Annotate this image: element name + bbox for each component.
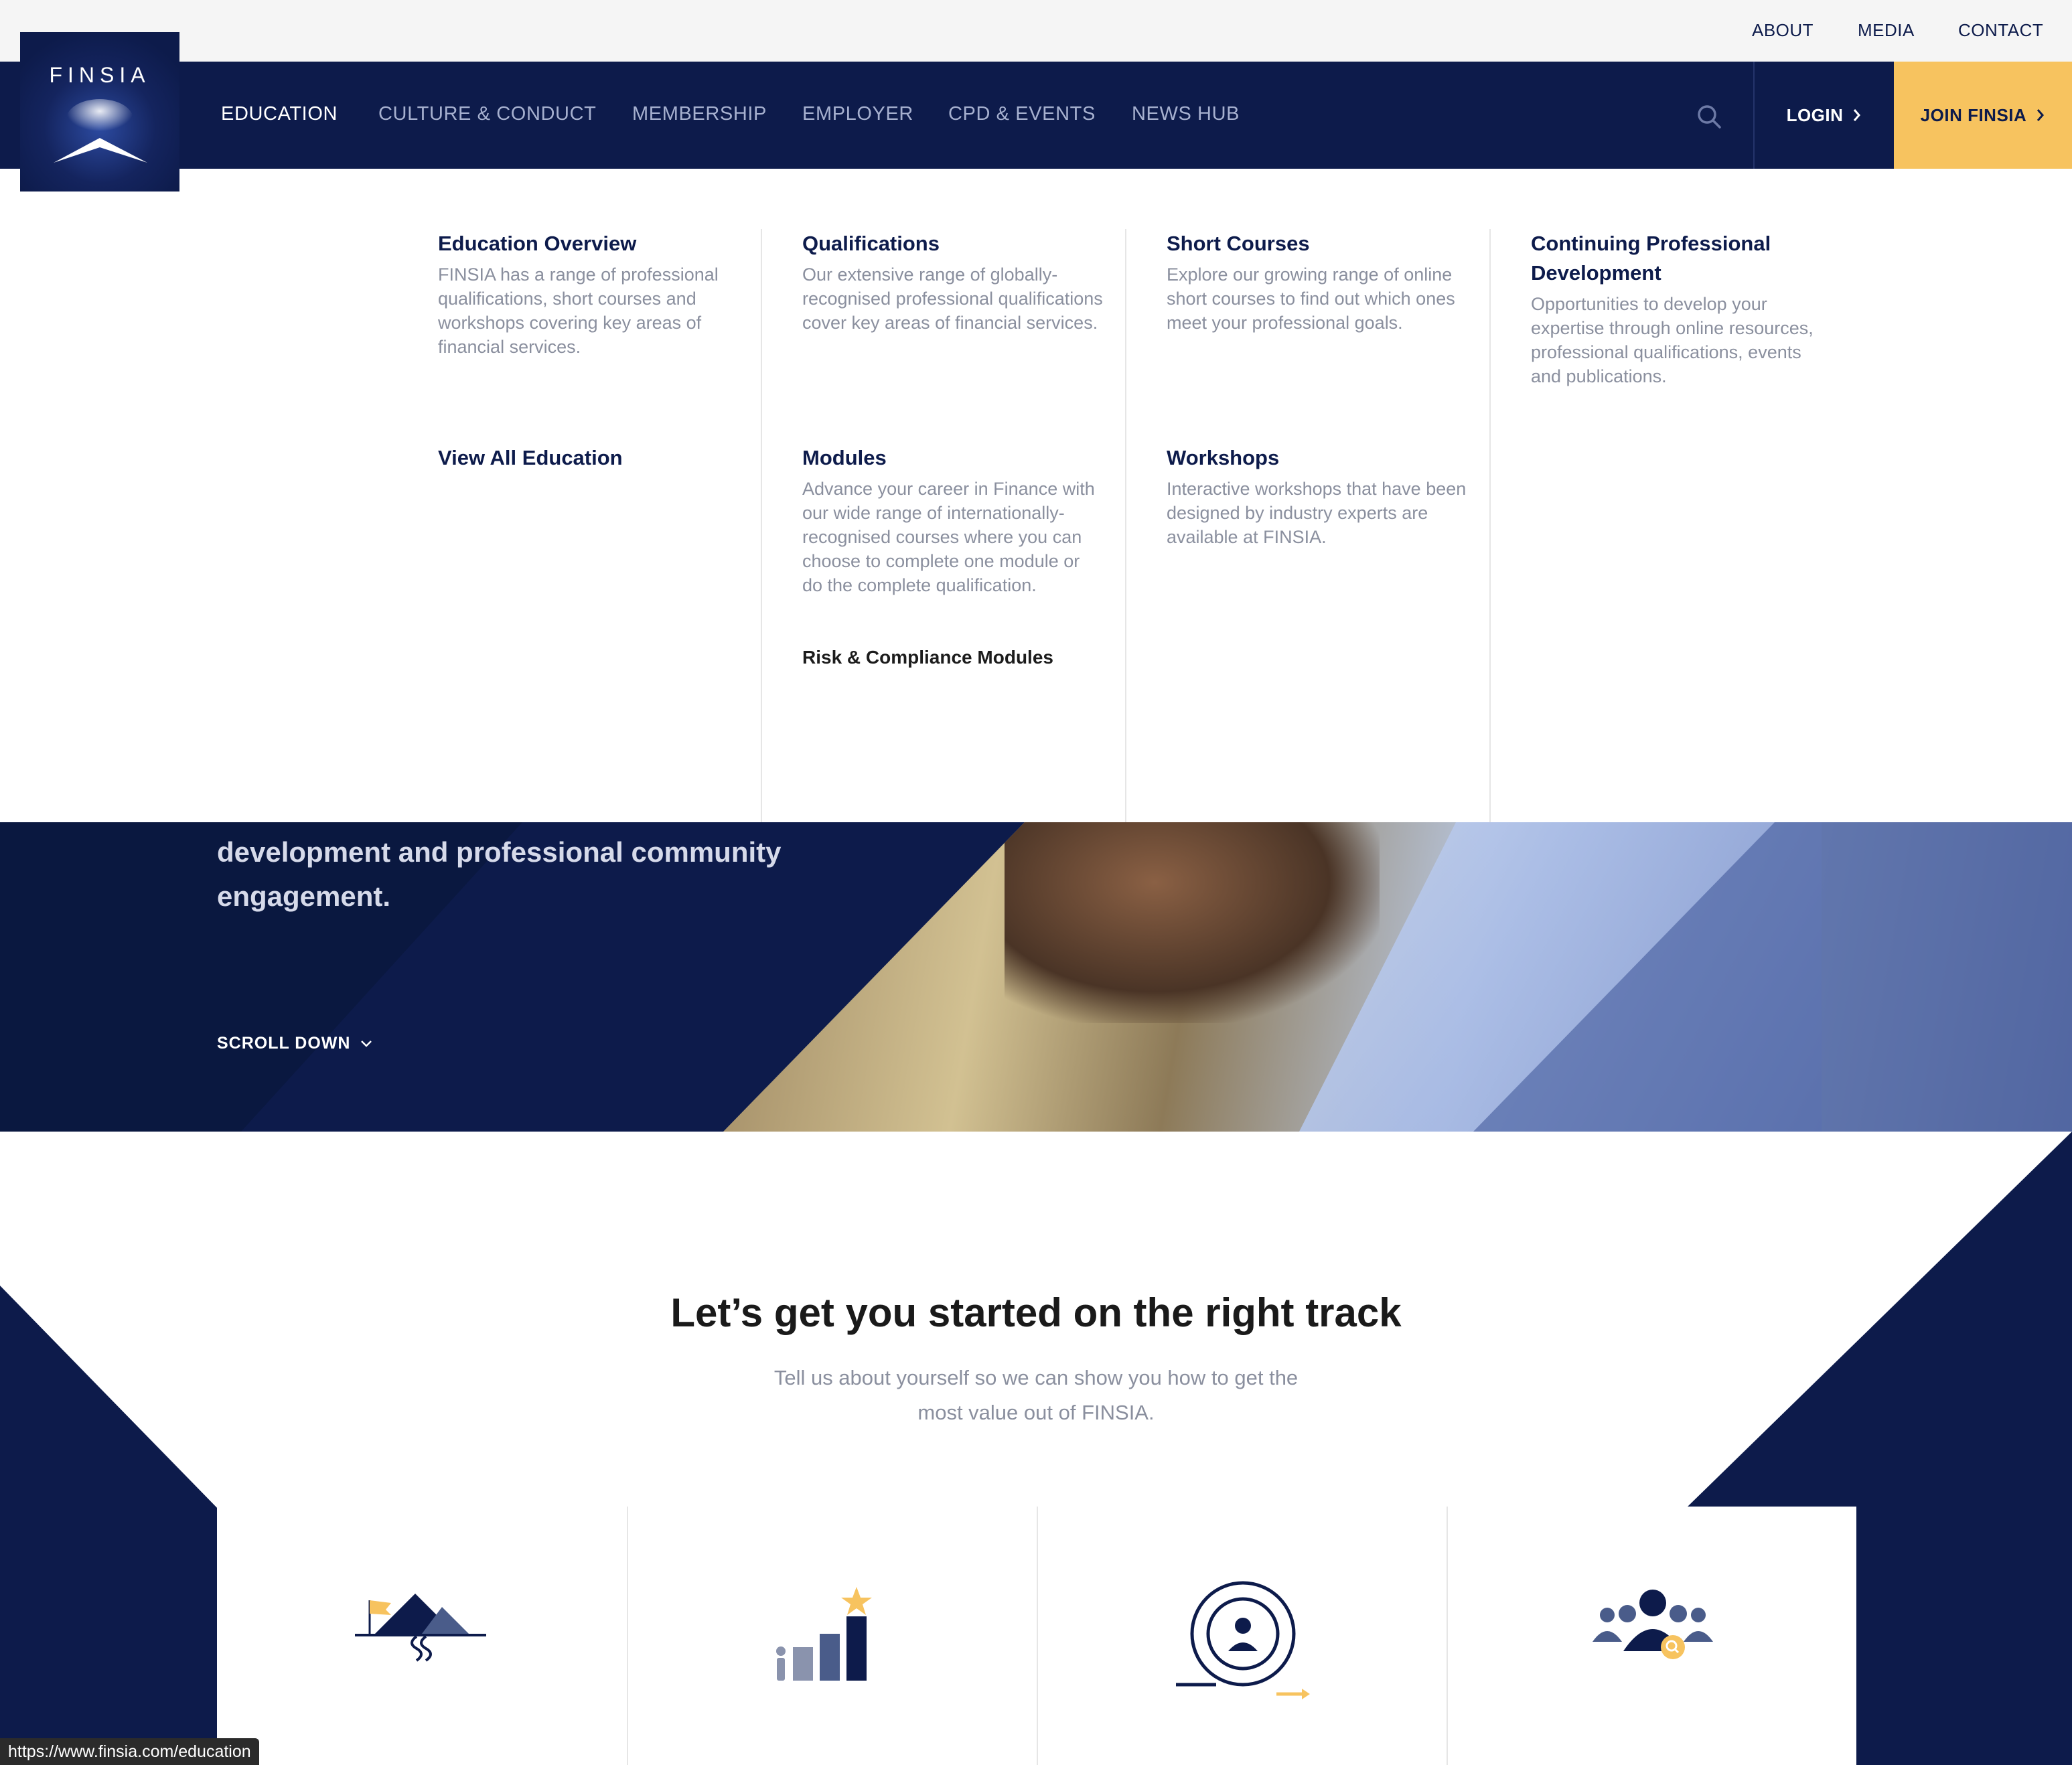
menu-link-cpd[interactable]: Continuing Professional Development	[1531, 229, 1832, 288]
section-heading: Let’s get you started on the right track	[670, 1290, 1402, 1335]
career-cycle-icon	[1176, 1581, 1310, 1699]
audience-card[interactable]	[1037, 1507, 1447, 1765]
chevron-right-icon	[1854, 109, 1861, 121]
menu-column-divider	[1125, 229, 1126, 822]
audience-card[interactable]	[1447, 1507, 1856, 1765]
menu-block-workshops[interactable]: Workshops Interactive workshops that hav…	[1167, 443, 1468, 549]
logo-star-icon	[54, 99, 147, 163]
education-mega-menu: Education Overview FINSIA has a range of…	[0, 169, 2072, 822]
utility-link-about[interactable]: ABOUT	[1752, 20, 1814, 41]
join-label: JOIN FINSIA	[1920, 104, 2027, 125]
join-finsia-button[interactable]: JOIN FINSIA	[1894, 62, 2072, 169]
scroll-down-label: SCROLL DOWN	[217, 1034, 351, 1053]
menu-desc-workshops: Interactive workshops that have been des…	[1167, 479, 1467, 547]
utility-link-media[interactable]: MEDIA	[1858, 20, 1915, 41]
hero-text: development and professional community e…	[217, 836, 782, 912]
menu-block-view-all[interactable]: View All Education	[438, 443, 739, 473]
section-subtext: Tell us about yourself so we can show yo…	[773, 1366, 1299, 1424]
audience-card[interactable]	[627, 1507, 1037, 1765]
hero-banner: development and professional community e…	[0, 822, 2072, 1132]
community-search-icon	[1593, 1590, 1713, 1659]
nav-cpd-events[interactable]: CPD & EVENTS	[948, 103, 1096, 125]
chevron-down-icon	[361, 1040, 372, 1047]
menu-link-modules[interactable]: Modules	[802, 443, 1104, 473]
hero-photo-person	[1005, 822, 1380, 1023]
search-icon	[1698, 105, 1721, 129]
login-label: LOGIN	[1786, 104, 1844, 125]
decorative-triangle-left	[0, 1286, 221, 1765]
menu-link-short-courses[interactable]: Short Courses	[1167, 229, 1468, 258]
menu-link-view-all-education[interactable]: View All Education	[438, 443, 739, 473]
nav-news-hub[interactable]: NEWS HUB	[1132, 103, 1240, 125]
nav-employer[interactable]: EMPLOYER	[802, 103, 913, 125]
scroll-down-link[interactable]: SCROLL DOWN	[217, 1034, 373, 1053]
nav-culture-conduct[interactable]: CULTURE & CONDUCT	[378, 103, 596, 125]
menu-desc-cpd: Opportunities to develop your expertise …	[1531, 294, 1814, 386]
menu-desc-short-courses: Explore our growing range of online shor…	[1167, 264, 1455, 333]
status-bar-url: https://www.finsia.com/education	[0, 1738, 259, 1765]
menu-desc-modules: Advance your career in Finance with our …	[802, 479, 1095, 595]
mountain-flag-icon	[355, 1594, 486, 1662]
menu-column-divider	[1489, 229, 1491, 822]
nav-education[interactable]: EDUCATION	[221, 103, 338, 125]
menu-link-education-overview[interactable]: Education Overview	[438, 229, 739, 258]
menu-block-short-courses[interactable]: Short Courses Explore our growing range …	[1167, 229, 1468, 335]
utility-bar: ABOUT MEDIA CONTACT	[0, 0, 2072, 62]
utility-link-contact[interactable]: CONTACT	[1958, 20, 2043, 41]
audience-card[interactable]	[217, 1507, 627, 1765]
logo-wordmark: FINSIA	[49, 63, 151, 87]
search-button[interactable]	[1694, 102, 1724, 135]
menu-block-education-overview[interactable]: Education Overview FINSIA has a range of…	[438, 229, 739, 359]
menu-link-qualifications[interactable]: Qualifications	[802, 229, 1104, 258]
menu-block-modules[interactable]: Modules Advance your career in Finance w…	[802, 443, 1104, 597]
finsia-logo[interactable]: FINSIA	[20, 32, 179, 191]
login-button[interactable]: LOGIN	[1755, 62, 1894, 169]
menu-desc-education-overview: FINSIA has a range of professional quali…	[438, 264, 719, 357]
audience-cards	[217, 1507, 1856, 1765]
growth-bars-star-icon	[776, 1587, 872, 1681]
menu-block-cpd[interactable]: Continuing Professional Development Oppo…	[1531, 229, 1832, 388]
menu-column-divider	[761, 229, 762, 822]
menu-block-qualifications[interactable]: Qualifications Our extensive range of gl…	[802, 229, 1104, 335]
menu-link-workshops[interactable]: Workshops	[1167, 443, 1468, 473]
chevron-right-icon	[2037, 109, 2045, 121]
menu-desc-qualifications: Our extensive range of globally-recognis…	[802, 264, 1103, 333]
nav-membership[interactable]: MEMBERSHIP	[632, 103, 767, 125]
menu-link-risk-compliance-modules[interactable]: Risk & Compliance Modules	[802, 647, 1053, 668]
